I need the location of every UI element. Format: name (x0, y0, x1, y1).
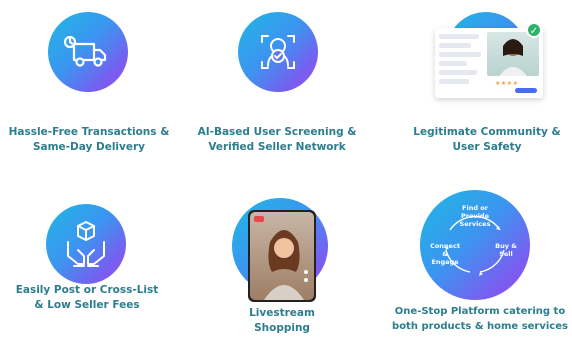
feature-caption-3: Legitimate Community & User Safety (392, 125, 572, 155)
caption-line: Livestream (249, 307, 315, 319)
caption-line: One-Stop Platform catering to (394, 306, 566, 317)
caption-line: Same-Day Delivery (32, 141, 146, 153)
caption-line: Legitimate Community & (413, 126, 561, 138)
feature-caption-2: AI-Based User Screening & Verified Selle… (182, 125, 372, 155)
delivery-truck-icon (63, 35, 107, 67)
community-screenshot: ★★★★ (435, 28, 543, 98)
caption-line: AI-Based User Screening & (197, 126, 357, 138)
face-scan-icon (261, 35, 295, 69)
caption-line: & Low Seller Fees (34, 299, 140, 311)
hands-package-icon (67, 221, 105, 267)
profile-photo (487, 32, 539, 76)
caption-line: Verified Seller Network (208, 141, 346, 153)
rating-stars: ★★★★ (495, 80, 519, 87)
caption-line: Hassle-Free Transactions & (8, 126, 170, 138)
action-pill (515, 88, 537, 93)
cycle-left-label: Connect & Engage (430, 242, 460, 266)
delivery-icon-circle (48, 12, 128, 92)
feature-caption-4: Easily Post or Cross-List & Low Seller F… (0, 283, 182, 313)
chat-panel (439, 34, 485, 92)
livestream-screen (250, 212, 314, 300)
caption-line: User Safety (452, 141, 522, 153)
caption-line: Shopping (254, 322, 310, 334)
feature-caption-5: Livestream Shopping (187, 306, 377, 336)
livestream-phone (248, 210, 316, 302)
check-icon: ✓ (526, 22, 542, 38)
hands-icon-circle (46, 204, 126, 284)
feature-caption-1: Hassle-Free Transactions & Same-Day Deli… (0, 125, 184, 155)
cycle-right-label: Buy & Sell (495, 242, 517, 258)
cycle-top-label: Find or Provide Services (459, 204, 491, 228)
screening-icon-circle (238, 12, 318, 92)
caption-line: both products & home services (392, 321, 568, 332)
platform-icon-circle: Find or Provide Services Connect & Engag… (420, 190, 530, 300)
caption-line: Easily Post or Cross-List (15, 284, 159, 296)
feature-caption-6: One-Stop Platform catering to both produ… (385, 304, 572, 334)
